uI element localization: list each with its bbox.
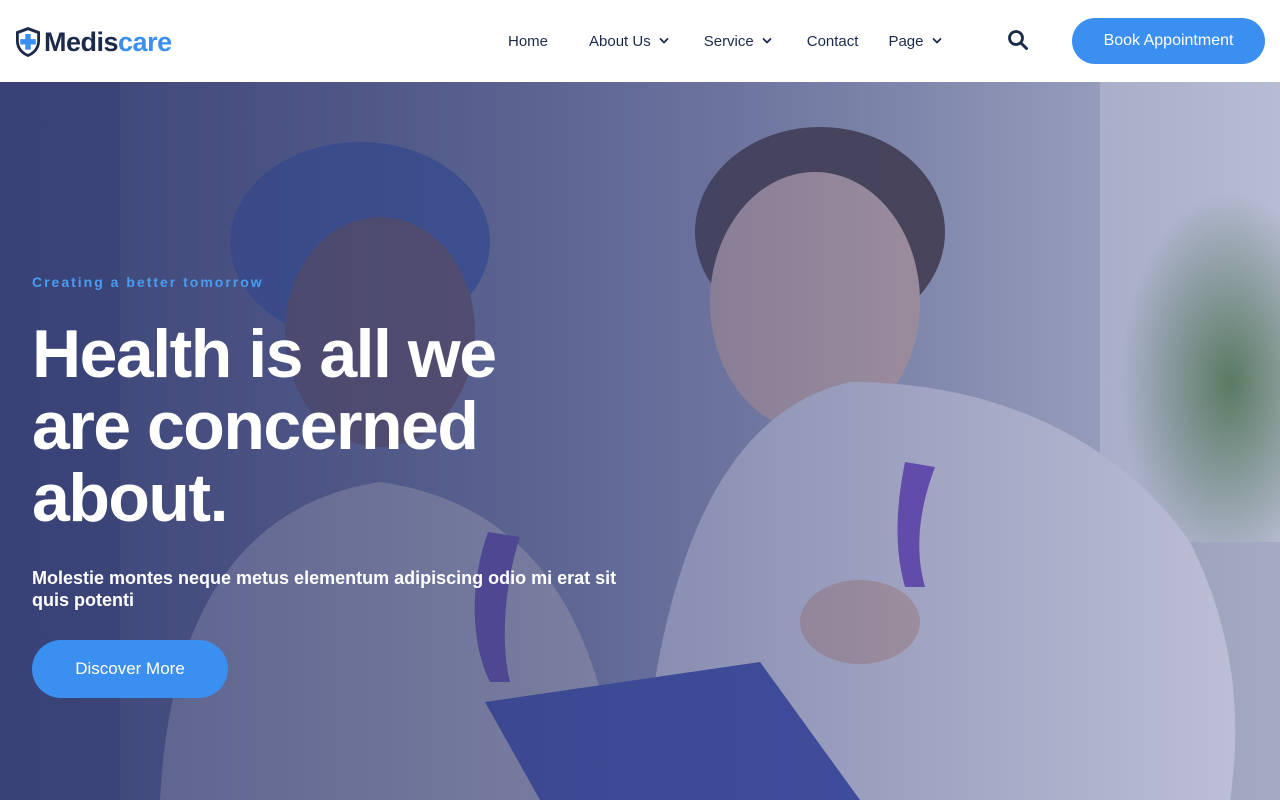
hero-headline: Health is all we are concerned about. (32, 318, 592, 534)
nav-item-service[interactable]: Service (704, 28, 772, 54)
nav-item-label: About Us (589, 32, 651, 50)
brand-name: Mediscare (44, 26, 172, 58)
site-header: Mediscare Home About Us Service Contact … (0, 0, 1280, 82)
chevron-down-icon (659, 38, 669, 44)
brand-name-part2: care (118, 27, 172, 57)
search-button[interactable] (1007, 29, 1029, 51)
nav-item-label: Home (508, 32, 549, 50)
chevron-down-icon (762, 38, 772, 44)
nav-item-label: Service (703, 32, 754, 50)
book-appointment-button[interactable]: Book Appointment (1072, 18, 1265, 64)
nav-item-contact[interactable]: Contact (807, 28, 859, 54)
hero-eyebrow: Creating a better tomorrow (32, 274, 264, 290)
shield-cross-icon (16, 27, 40, 57)
brand-name-part1: Medis (44, 27, 119, 57)
chevron-down-icon (932, 38, 941, 44)
nav-item-home[interactable]: Home (508, 28, 548, 54)
hero-headline-line1: Health is all we (32, 316, 497, 392)
hero-headline-line3: about. (32, 460, 228, 536)
hero-section: Creating a better tomorrow Health is all… (0, 82, 1280, 800)
nav-item-page[interactable]: Page (888, 28, 941, 54)
hero-subline: Molestie montes neque metus elementum ad… (32, 568, 617, 610)
discover-more-button[interactable]: Discover More (32, 640, 228, 698)
hero-headline-line2: are concerned (32, 388, 479, 464)
nav-item-about-us[interactable]: About Us (589, 28, 669, 54)
nav-item-label: Contact (806, 32, 859, 50)
brand-logo[interactable]: Mediscare (14, 26, 172, 58)
search-icon (1008, 30, 1028, 50)
main-nav: Home About Us Service Contact Page (508, 28, 942, 54)
nav-item-label: Page (888, 32, 924, 50)
